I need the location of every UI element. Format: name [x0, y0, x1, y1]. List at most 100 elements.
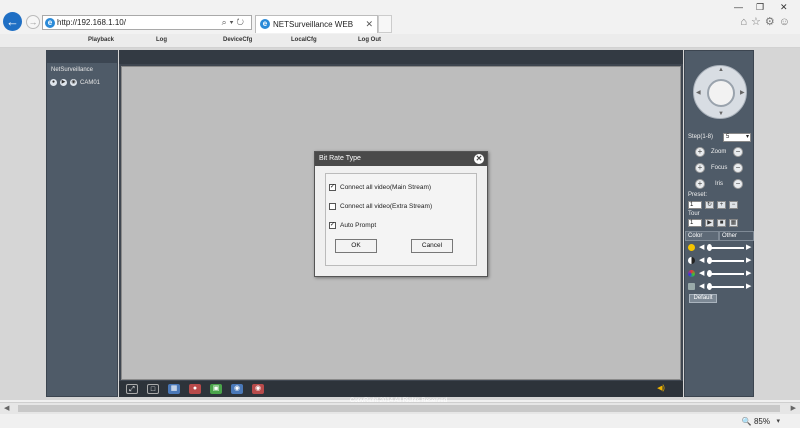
fullscreen-icon[interactable]: ⤢	[126, 384, 138, 394]
ptz-left-icon[interactable]: ◀	[696, 89, 701, 96]
step-select[interactable]: 5 ▾	[723, 133, 751, 142]
menu-playback[interactable]: Playback	[88, 37, 114, 43]
volume-icon[interactable]: ◀)	[655, 384, 667, 394]
auto-prompt-option[interactable]: ✓ Auto Prompt	[329, 222, 376, 229]
quad-view-icon[interactable]: ▦	[168, 384, 180, 394]
camera-label[interactable]: CAM01	[80, 80, 100, 86]
main-stream-option[interactable]: ✓ Connect all video(Main Stream)	[329, 184, 431, 191]
address-bar[interactable]: e http://192.168.1.10/ ⌕▾↻	[42, 15, 252, 30]
tour-start-button[interactable]: ▶	[705, 219, 714, 227]
record-all-icon[interactable]: ●	[189, 384, 201, 394]
scroll-left-icon[interactable]: ◀	[4, 404, 9, 412]
auto-prompt-checkbox[interactable]: ✓	[329, 222, 336, 229]
cancel-button[interactable]: Cancel	[411, 239, 453, 253]
preset-input[interactable]: 1	[688, 201, 702, 209]
zoom-level[interactable]: 🔍 85%	[742, 417, 770, 426]
new-tab-button[interactable]	[378, 15, 392, 33]
tab-title: NETSurveillance WEB	[273, 20, 354, 29]
extra-stream-option[interactable]: Connect all video(Extra Stream)	[329, 203, 432, 210]
ptz-right-icon[interactable]: ▶	[740, 89, 745, 96]
saturation-decrease-icon[interactable]: ◀	[699, 269, 704, 277]
tour-grid-button[interactable]: ▦	[729, 219, 738, 227]
default-button[interactable]: Default	[689, 294, 717, 303]
ok-button[interactable]: OK	[335, 239, 377, 253]
ptz-center-button[interactable]	[707, 79, 735, 107]
ptz-direction-pad[interactable]: ▲ ▼ ◀ ▶	[693, 65, 747, 119]
camera-row[interactable]: ● ▶ ◉ CAM01	[50, 79, 100, 86]
home-star-gear-icons[interactable]: ⌂☆⚙☺	[740, 15, 794, 28]
zoom-value: 85%	[753, 417, 770, 426]
hue-track[interactable]	[707, 286, 744, 288]
zoom-dropdown-icon[interactable]: ▾	[776, 417, 780, 425]
disconnect-all-icon[interactable]: ◉	[252, 384, 264, 394]
contrast-thumb[interactable]	[707, 257, 712, 264]
menu-logout[interactable]: Log Out	[358, 37, 381, 43]
focus-far-button[interactable]: −	[733, 163, 743, 173]
dialog-close-icon[interactable]: ✕	[474, 154, 484, 164]
contrast-track[interactable]	[707, 260, 744, 262]
hue-slider[interactable]: ◀ ▶	[687, 282, 753, 292]
main-stream-checkbox[interactable]: ✓	[329, 184, 336, 191]
hue-decrease-icon[interactable]: ◀	[699, 282, 704, 290]
iris-close-button[interactable]: −	[733, 179, 743, 189]
tab-other[interactable]: Other	[719, 231, 754, 241]
close-window-icon[interactable]: ✕	[780, 2, 788, 13]
search-refresh-icons[interactable]: ⌕▾↻	[222, 17, 247, 28]
ie-icon: e	[45, 18, 55, 28]
extra-stream-checkbox[interactable]	[329, 203, 336, 210]
play-icon[interactable]: ▶	[60, 79, 67, 86]
saturation-thumb[interactable]	[707, 270, 712, 277]
iris-open-button[interactable]: +	[695, 179, 705, 189]
menu-log[interactable]: Log	[156, 37, 167, 43]
restore-icon[interactable]: ❐	[756, 2, 764, 13]
browser-tab[interactable]: e NETSurveillance WEB ✕	[255, 15, 378, 33]
scroll-thumb[interactable]	[18, 405, 780, 412]
snapshot-icon[interactable]: ▣	[210, 384, 222, 394]
dialog-title-bar: Bit Rate Type ✕	[315, 152, 487, 166]
brightness-increase-icon[interactable]: ▶	[746, 243, 751, 251]
ptz-down-icon[interactable]: ▼	[718, 111, 724, 117]
menu-devicecfg[interactable]: DeviceCfg	[223, 37, 252, 43]
saturation-track[interactable]	[707, 273, 744, 275]
tab-close-icon[interactable]: ✕	[365, 19, 373, 30]
tour-stop-button[interactable]: ■	[717, 219, 726, 227]
zoom-label: Zoom	[711, 149, 727, 155]
brightness-decrease-icon[interactable]: ◀	[699, 243, 704, 251]
focus-near-button[interactable]: +	[695, 163, 705, 173]
scroll-right-icon[interactable]: ▶	[791, 404, 796, 412]
device-tree-header	[47, 51, 117, 63]
connect-all-icon[interactable]: ◉	[231, 384, 243, 394]
brightness-thumb[interactable]	[707, 244, 712, 251]
contrast-decrease-icon[interactable]: ◀	[699, 256, 704, 264]
preset-add-button[interactable]: +	[717, 201, 726, 209]
tour-label: Tour	[688, 211, 700, 217]
hue-icon	[688, 283, 695, 290]
preset-goto-button[interactable]: ↻	[705, 201, 714, 209]
saturation-icon	[688, 270, 695, 277]
dialog-title: Bit Rate Type	[319, 155, 361, 162]
ptz-up-icon[interactable]: ▲	[718, 67, 724, 73]
back-button[interactable]: ←	[3, 12, 22, 31]
forward-button[interactable]: →	[26, 15, 40, 29]
horizontal-scrollbar[interactable]: ◀ ▶	[0, 402, 800, 414]
hue-thumb[interactable]	[707, 283, 712, 290]
record-icon[interactable]: ●	[50, 79, 57, 86]
device-tree-root[interactable]: NetSurveillance	[51, 67, 93, 73]
menu-localcfg[interactable]: LocalCfg	[291, 37, 317, 43]
single-view-icon[interactable]: □	[147, 384, 159, 394]
brightness-track[interactable]	[707, 247, 744, 249]
video-toolbar: ⤢ □ ▦ ● ▣ ◉ ◉ ◀)	[119, 381, 683, 397]
tab-color[interactable]: Color	[685, 231, 719, 241]
saturation-increase-icon[interactable]: ▶	[746, 269, 751, 277]
zoom-out-button[interactable]: −	[733, 147, 743, 157]
contrast-slider[interactable]: ◀ ▶	[687, 256, 753, 266]
hue-increase-icon[interactable]: ▶	[746, 282, 751, 290]
tour-input[interactable]: 1	[688, 219, 702, 227]
brightness-icon	[688, 244, 695, 251]
zoom-in-button[interactable]: +	[695, 147, 705, 157]
contrast-increase-icon[interactable]: ▶	[746, 256, 751, 264]
minimize-icon[interactable]: —	[734, 2, 743, 12]
brightness-slider[interactable]: ◀ ▶	[687, 243, 753, 253]
saturation-slider[interactable]: ◀ ▶	[687, 269, 753, 279]
preset-remove-button[interactable]: −	[729, 201, 738, 209]
